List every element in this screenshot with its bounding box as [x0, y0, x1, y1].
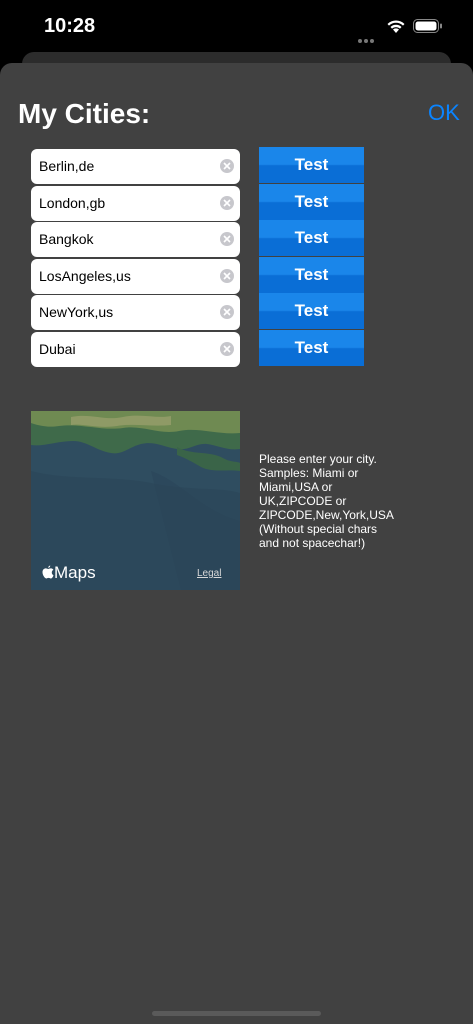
city-row: Bangkok Test [31, 220, 364, 257]
city-row: London,gb Test [31, 184, 364, 221]
clear-icon[interactable] [220, 196, 234, 210]
test-button[interactable]: Test [259, 147, 364, 183]
status-time: 10:28 [44, 15, 96, 37]
test-button[interactable]: Test [259, 293, 364, 329]
clear-icon[interactable] [220, 159, 234, 173]
status-bar: 10:28 [0, 0, 473, 61]
clear-icon[interactable] [220, 305, 234, 319]
home-indicator[interactable] [152, 1011, 321, 1016]
test-button[interactable]: Test [259, 220, 364, 256]
city-row: Dubai Test [31, 330, 364, 367]
city-input[interactable]: Berlin,de [31, 149, 240, 184]
ok-button[interactable]: OK [428, 100, 460, 126]
battery-icon [413, 19, 442, 33]
city-row: LosAngeles,us Test [31, 257, 364, 294]
clear-icon[interactable] [220, 232, 234, 246]
page-title: My Cities: [18, 98, 151, 129]
map-view[interactable]: Maps Legal [31, 411, 240, 590]
clear-icon[interactable] [220, 269, 234, 283]
wifi-icon [387, 20, 405, 33]
test-button[interactable]: Test [259, 330, 364, 366]
city-input[interactable]: London,gb [31, 186, 240, 221]
maps-logo: Maps [42, 563, 96, 583]
city-input-value: London,gb [39, 195, 106, 211]
city-input[interactable]: Bangkok [31, 222, 240, 257]
city-input[interactable]: NewYork,us [31, 295, 240, 330]
city-input[interactable]: LosAngeles,us [31, 259, 240, 294]
maps-brand: Maps [54, 563, 96, 582]
legal-link[interactable]: Legal [197, 568, 221, 579]
test-button[interactable]: Test [259, 257, 364, 293]
clear-icon[interactable] [220, 342, 234, 356]
city-input-value: Bangkok [39, 231, 94, 247]
city-input-value: Berlin,de [39, 158, 95, 174]
help-text: Please enter your city. Samples: Miami o… [259, 452, 394, 550]
signal-icon [358, 30, 380, 61]
test-button[interactable]: Test [259, 184, 364, 220]
city-row: Berlin,de Test [31, 147, 364, 184]
city-input-value: LosAngeles,us [39, 268, 131, 284]
city-input-value: NewYork,us [39, 304, 114, 320]
city-row: NewYork,us Test [31, 293, 364, 330]
city-input-value: Dubai [39, 341, 76, 357]
city-input[interactable]: Dubai [31, 332, 240, 367]
